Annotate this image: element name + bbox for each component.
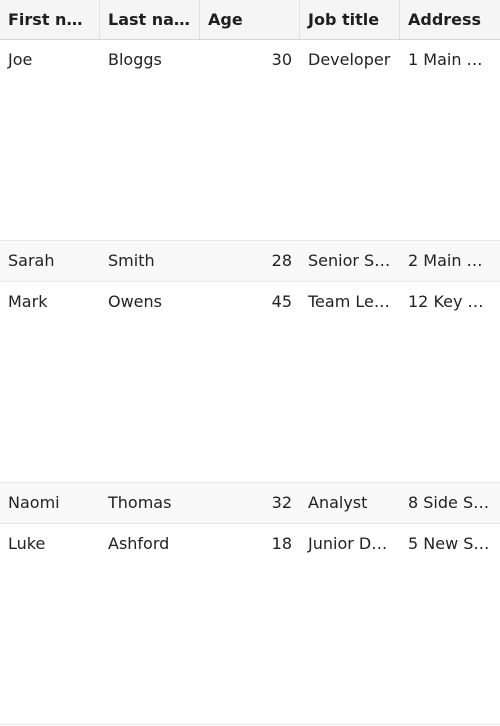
- cell-last-name[interactable]: Thomas: [100, 483, 200, 523]
- column-header-address[interactable]: Address: [400, 0, 500, 39]
- cell-address[interactable]: 8 Side Street: [400, 483, 500, 523]
- cell-first-name[interactable]: Naomi: [0, 483, 100, 523]
- column-header-first-name[interactable]: First name: [0, 0, 100, 39]
- cell-job-title[interactable]: Senior Software Engineer: [300, 241, 400, 281]
- column-header-last-name[interactable]: Last name: [100, 0, 200, 39]
- table-row[interactable]: Naomi Thomas 32 Analyst 8 Side Street: [0, 483, 500, 524]
- cell-job-title[interactable]: Analyst: [300, 483, 400, 523]
- cell-address[interactable]: 12 Key Street: [400, 282, 500, 322]
- grid-body: Joe Bloggs 30 Developer 1 Main Street Sa…: [0, 40, 500, 725]
- cell-address[interactable]: 2 Main Street: [400, 241, 500, 281]
- cell-age[interactable]: 45: [200, 282, 300, 322]
- cell-first-name[interactable]: Sarah: [0, 241, 100, 281]
- cell-first-name[interactable]: Joe: [0, 40, 100, 80]
- cell-last-name[interactable]: Owens: [100, 282, 200, 322]
- cell-last-name[interactable]: Smith: [100, 241, 200, 281]
- cell-last-name[interactable]: Bloggs: [100, 40, 200, 80]
- grid-header: First name Last name Age Job title Addre…: [0, 0, 500, 40]
- cell-first-name[interactable]: Mark: [0, 282, 100, 322]
- cell-last-name[interactable]: Ashford: [100, 524, 200, 564]
- cell-job-title[interactable]: Junior Developer: [300, 524, 400, 564]
- cell-age[interactable]: 32: [200, 483, 300, 523]
- data-grid: First name Last name Age Job title Addre…: [0, 0, 500, 726]
- cell-job-title[interactable]: Developer: [300, 40, 400, 80]
- column-header-job-title[interactable]: Job title: [300, 0, 400, 39]
- cell-age[interactable]: 18: [200, 524, 300, 564]
- cell-address[interactable]: 5 New Street: [400, 524, 500, 564]
- table-row[interactable]: Mark Owens 45 Team Lead 12 Key Street: [0, 282, 500, 483]
- table-row[interactable]: Sarah Smith 28 Senior Software Engineer …: [0, 241, 500, 282]
- table-row[interactable]: Joe Bloggs 30 Developer 1 Main Street: [0, 40, 500, 241]
- cell-job-title[interactable]: Team Lead: [300, 282, 400, 322]
- column-header-age[interactable]: Age: [200, 0, 300, 39]
- table-row[interactable]: Luke Ashford 18 Junior Developer 5 New S…: [0, 524, 500, 725]
- cell-first-name[interactable]: Luke: [0, 524, 100, 564]
- cell-age[interactable]: 28: [200, 241, 300, 281]
- cell-age[interactable]: 30: [200, 40, 300, 80]
- cell-address[interactable]: 1 Main Street: [400, 40, 500, 80]
